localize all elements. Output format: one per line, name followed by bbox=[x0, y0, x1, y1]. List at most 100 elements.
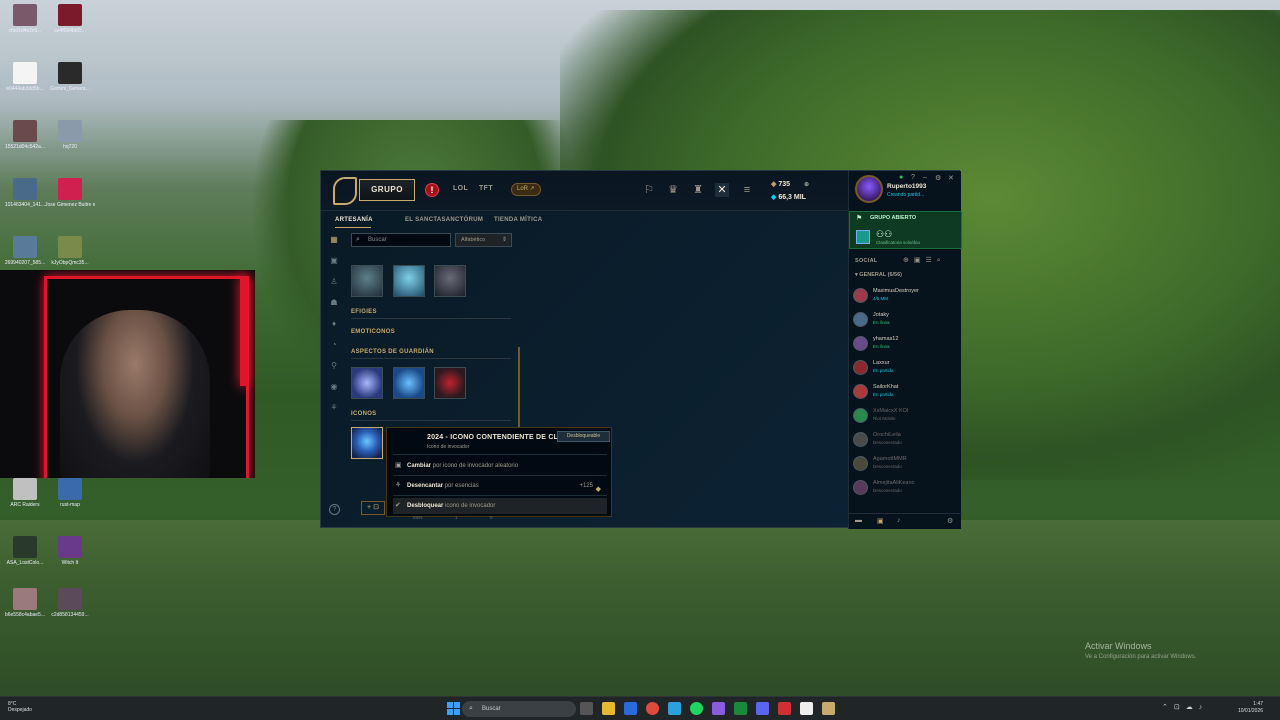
desktop-icon[interactable]: Gemini_Genera... bbox=[45, 62, 95, 92]
collection-icon[interactable]: ♜ bbox=[691, 183, 705, 197]
store-icon[interactable] bbox=[624, 702, 637, 715]
desktop-icon[interactable]: ce4f0d4bbf3... bbox=[45, 4, 95, 34]
play-button[interactable]: GRUPO bbox=[359, 179, 415, 201]
loot-item-skin[interactable] bbox=[434, 265, 466, 297]
folder-icon[interactable]: ▣ bbox=[914, 257, 926, 264]
loot-item-guardian[interactable] bbox=[351, 367, 383, 399]
all-categories-icon[interactable]: ▦ bbox=[329, 235, 339, 245]
desktop-icon[interactable]: c2d858134459... bbox=[45, 588, 95, 618]
desktop-icon[interactable]: 15521d04c542a... bbox=[0, 120, 50, 150]
chat-icon[interactable]: ▬ bbox=[855, 517, 862, 524]
friend-row[interactable]: Jotaky En línea bbox=[853, 309, 959, 331]
help-icon[interactable]: ? bbox=[911, 174, 915, 181]
friend-row[interactable]: Laxxur En partida bbox=[853, 357, 959, 379]
league-client-icon[interactable] bbox=[822, 702, 835, 715]
party-card[interactable]: ⚑ GRUPO ABIERTO ⚇⚇ Clasificatoria solo/d… bbox=[849, 211, 962, 249]
desktop-icon[interactable]: b6e558c4abae5... bbox=[0, 588, 50, 618]
messenger-icon[interactable] bbox=[712, 702, 725, 715]
alert-icon[interactable]: ! bbox=[425, 183, 439, 197]
friend-row[interactable]: SailorKhat En partida bbox=[853, 381, 959, 403]
friend-row[interactable]: AlmejitaAliKeano Desconectado bbox=[853, 477, 959, 499]
skins-icon[interactable]: ☗ bbox=[329, 298, 339, 308]
desktop-icon[interactable]: cfdd1d4e2c0... bbox=[0, 4, 50, 34]
sort-select[interactable]: Alfabético ⇕ bbox=[455, 233, 512, 247]
tab-sanctum[interactable]: EL SANCTASANCTÓRUM bbox=[405, 217, 483, 223]
file-explorer-icon[interactable] bbox=[602, 702, 615, 715]
nav-lol[interactable]: LOL bbox=[453, 185, 468, 192]
close-icon[interactable]: ✕ bbox=[948, 174, 954, 182]
desktop-icon[interactable]: ARC Raiders bbox=[0, 478, 50, 508]
friend-row[interactable]: MaximusDestroyer 4/5 MM bbox=[853, 285, 959, 307]
loot-item-skin[interactable] bbox=[351, 265, 383, 297]
friend-row[interactable]: AgamottMMR Desconectado bbox=[853, 453, 959, 475]
gear-icon[interactable]: ⚙ bbox=[947, 517, 953, 525]
friend-row[interactable]: XxMaicxX KOI Riot Mobile bbox=[853, 405, 959, 427]
party-queue-icon bbox=[856, 230, 870, 244]
chests-icon[interactable]: ▣ bbox=[329, 256, 339, 266]
add-friend-icon[interactable]: ⊕ bbox=[903, 257, 914, 264]
tab-mythic-shop[interactable]: TIENDA MÍTICA bbox=[494, 217, 542, 223]
unlock-option[interactable]: ✔ Desbloquear icono de invocador bbox=[393, 498, 607, 514]
desktop-icon[interactable]: rust-map bbox=[45, 478, 95, 508]
settings-icon[interactable]: ⚙ bbox=[935, 174, 941, 182]
chrome-icon[interactable] bbox=[646, 702, 659, 715]
profile-header[interactable]: Ruperto1993 Creando partid... ● ? – ⚙ ✕ bbox=[849, 171, 962, 209]
store-coins-icon[interactable]: ≡ bbox=[740, 183, 754, 197]
search-icon[interactable]: ⌕ bbox=[937, 257, 946, 264]
windows-start-icon[interactable] bbox=[447, 702, 460, 715]
loot-search-input[interactable]: ⌕ Buscar bbox=[351, 233, 451, 247]
loot-icon[interactable]: ✕ bbox=[715, 183, 729, 197]
friend-row[interactable]: OrochiLeila Desconectado bbox=[853, 429, 959, 451]
desktop-icon[interactable]: kJyObpQmc35... bbox=[45, 236, 95, 266]
desktop-icon[interactable]: Witch It bbox=[45, 536, 95, 566]
disenchant-option[interactable]: ⚘ Desencantar por esencias +125 ◆ bbox=[393, 478, 607, 494]
desktop-icon[interactable]: hq720 bbox=[45, 120, 95, 150]
eternals-icon[interactable]: ♦ bbox=[329, 319, 339, 329]
list-icon[interactable]: ☰ bbox=[926, 257, 937, 264]
loot-item-guardian[interactable] bbox=[393, 367, 425, 399]
minimize-icon[interactable]: – bbox=[923, 174, 927, 181]
nav-tft[interactable]: TFT bbox=[479, 185, 493, 192]
add-rp-icon[interactable]: ⊕ bbox=[804, 182, 809, 188]
friend-group-header[interactable]: ▾ GENERAL (6/56) bbox=[855, 272, 902, 278]
tab-crafting[interactable]: ARTESANÍA bbox=[335, 217, 373, 223]
excel-icon[interactable] bbox=[734, 702, 747, 715]
task-view-icon[interactable] bbox=[580, 702, 593, 715]
discord-icon[interactable] bbox=[756, 702, 769, 715]
avatar[interactable] bbox=[855, 175, 883, 203]
desktop-icon[interactable]: 101463404_141... bbox=[0, 178, 50, 208]
nav-lor[interactable]: LoR ↗ bbox=[511, 183, 541, 196]
currency-display[interactable]: ◈ 735 ⊕ ◆ 66,3 MIL bbox=[771, 178, 839, 206]
status-dot-icon[interactable]: ● bbox=[899, 174, 903, 181]
desktop-icon[interactable]: ASA_LostColo... bbox=[0, 536, 50, 566]
reroll-option[interactable]: ▣ Cambiar por icono de invocador aleator… bbox=[393, 458, 607, 474]
notification-icon[interactable]: ▣ bbox=[877, 517, 884, 525]
emotes-icon[interactable]: ◔ bbox=[329, 340, 339, 350]
loot-item-skin[interactable] bbox=[393, 265, 425, 297]
spotify-icon[interactable] bbox=[690, 702, 703, 715]
wards-icon[interactable]: ⚲ bbox=[329, 361, 339, 371]
system-tray[interactable]: ⌃⊡☁♪ bbox=[1162, 703, 1208, 711]
store-icon[interactable]: ⚐ bbox=[642, 183, 656, 197]
friend-row[interactable]: yhamas12 En línea bbox=[853, 333, 959, 355]
league-logo[interactable] bbox=[333, 177, 357, 205]
mic-icon[interactable]: ♪ bbox=[897, 517, 901, 524]
loot-scrollbar[interactable] bbox=[518, 347, 520, 427]
taskbar-search-input[interactable]: ⌕ Buscar bbox=[462, 701, 576, 717]
app-icon[interactable] bbox=[778, 702, 791, 715]
loot-item-icon-selected[interactable] bbox=[351, 427, 383, 459]
clock[interactable]: 1:47 10/01/2026 bbox=[1238, 701, 1263, 715]
icons-icon[interactable]: ◉ bbox=[329, 382, 339, 392]
desktop-icon[interactable]: e0444ab3dd5b... bbox=[0, 62, 50, 92]
materials-icon[interactable]: ⚘ bbox=[329, 403, 339, 413]
weather-widget[interactable]: 8°C Despejado bbox=[8, 701, 32, 713]
profile-crest-icon[interactable]: ♛ bbox=[666, 183, 680, 197]
add-loot-button[interactable]: + ⊡ bbox=[361, 501, 385, 515]
desktop-icon[interactable]: 269940207_585... bbox=[0, 236, 50, 266]
edge-icon[interactable] bbox=[668, 702, 681, 715]
desktop-icon[interactable]: Jose Gimenez Buitre en casino bbox=[45, 178, 95, 208]
help-icon[interactable]: ? bbox=[329, 504, 340, 515]
app-icon[interactable] bbox=[800, 702, 813, 715]
loot-item-guardian[interactable] bbox=[434, 367, 466, 399]
champions-icon[interactable]: ♙ bbox=[329, 277, 339, 287]
